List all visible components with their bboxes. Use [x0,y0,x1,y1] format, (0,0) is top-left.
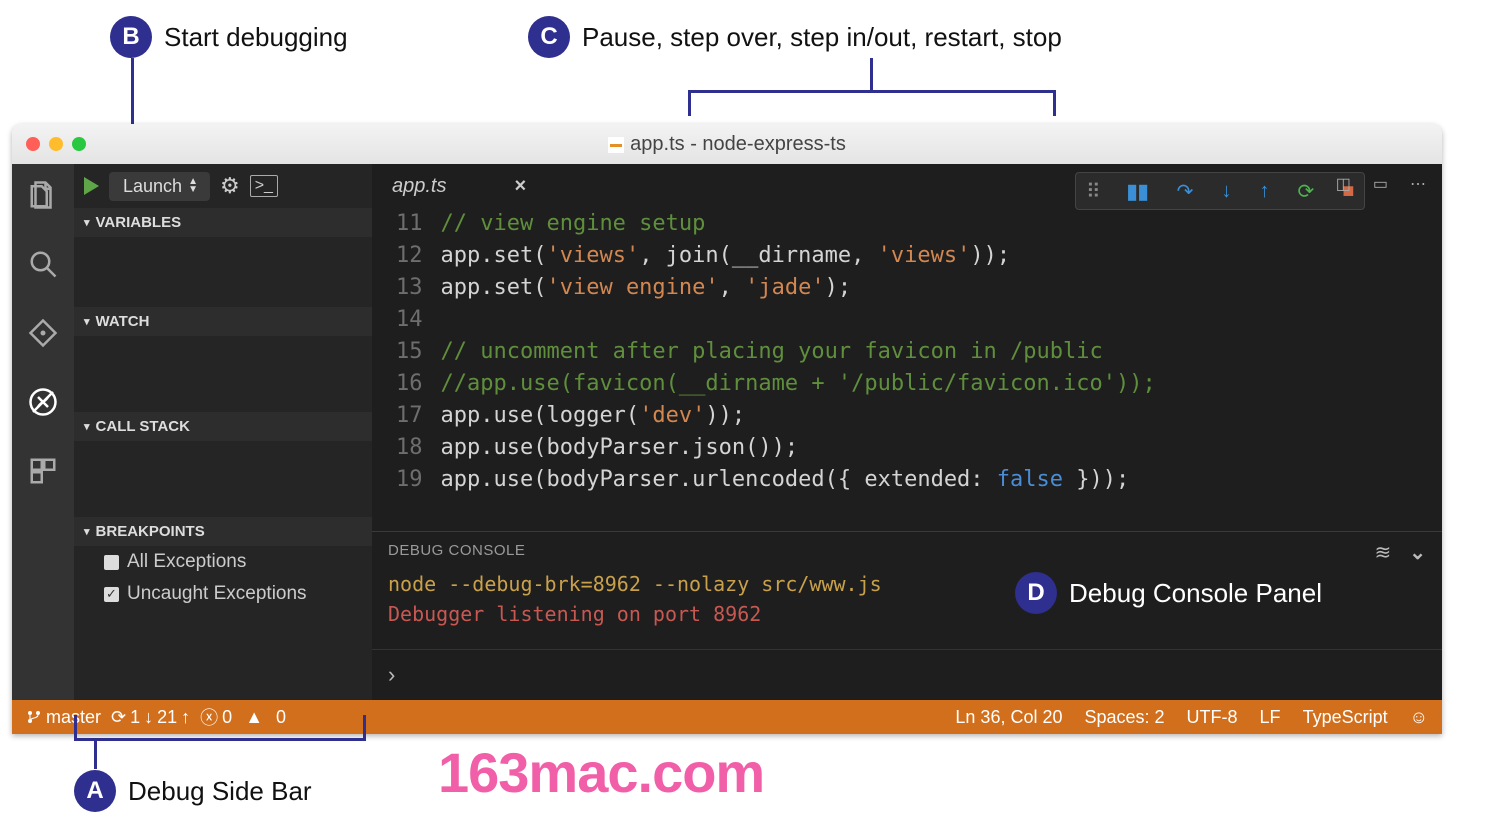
annot-C-text: Pause, step over, step in/out, restart, … [582,22,1062,53]
scm-icon[interactable] [28,318,58,353]
annot-D-text: Debug Console Panel [1069,578,1322,609]
search-icon[interactable] [28,249,58,284]
indentation[interactable]: Spaces: 2 [1084,707,1164,728]
language-mode[interactable]: TypeScript [1303,707,1388,728]
start-debugging-button[interactable] [84,177,99,195]
callstack-label: CALL STACK [96,418,190,435]
close-dot[interactable] [26,137,40,151]
more-icon[interactable]: ⋯ [1410,174,1426,194]
zoom-dot[interactable] [72,137,86,151]
select-arrows-icon: ▲▼ [188,178,198,194]
annot-A: A Debug Side Bar [74,770,312,812]
step-out-button[interactable]: ↑ [1259,180,1269,203]
gear-icon[interactable]: ⚙ [220,173,240,199]
debug-console-title: DEBUG CONSOLE [388,542,1426,559]
checkbox[interactable] [104,555,119,570]
breakpoint-item[interactable]: ✓ Uncaught Exceptions [74,578,372,610]
restart-button[interactable]: ⟳ [1297,179,1314,204]
callstack-section[interactable]: ▾CALL STACK [74,412,372,441]
annot-A-text: Debug Side Bar [128,776,312,807]
encoding[interactable]: UTF-8 [1187,707,1238,728]
code-editor[interactable]: 111213141516171819 // view engine setupa… [372,208,1442,496]
watch-section[interactable]: ▾WATCH [74,307,372,336]
badge-B: B [110,16,152,58]
collapse-icon[interactable]: ⌄ [1409,540,1426,565]
step-into-button[interactable]: ↓ [1221,180,1231,203]
breakpoint-item[interactable]: All Exceptions [74,546,372,578]
annot-D: D Debug Console Panel [1015,572,1322,614]
watermark: 163mac.com [438,740,764,805]
extensions-icon[interactable] [28,456,58,491]
tab-row: app.ts × ⠿ ▮▮ ↷ ↓ ↑ ⟳ ■ ◫ [372,164,1442,208]
bracket-A [74,715,366,741]
checkbox[interactable]: ✓ [104,587,119,602]
badge-A: A [74,770,116,812]
debug-header: Launch ▲▼ ⚙ >_ [74,164,372,208]
debug-console-input[interactable]: › [372,649,1442,700]
debug-sidebar: Launch ▲▼ ⚙ >_ ▾VARIABLES ▾WATCH ▾CALL S… [74,164,372,700]
code-lines: // view engine setupapp.set('views', joi… [441,208,1156,496]
annot-B: B Start debugging [110,16,348,58]
editor-column: app.ts × ⠿ ▮▮ ↷ ↓ ↑ ⟳ ■ ◫ [372,164,1442,700]
annot-B-text: Start debugging [164,22,348,53]
breakpoints-body: All Exceptions ✓ Uncaught Exceptions [74,546,372,610]
eol[interactable]: LF [1260,707,1281,728]
window-title: app.ts - node-express-ts [12,133,1442,156]
tab-close-icon[interactable]: × [514,175,526,198]
tab-label: app.ts [392,175,446,198]
titlebar: app.ts - node-express-ts [12,124,1442,164]
variables-section[interactable]: ▾VARIABLES [74,208,372,237]
watch-body [74,336,372,412]
clear-console-icon[interactable]: ≋ [1374,540,1391,565]
branch-icon [26,709,42,725]
pointer-A [94,741,97,769]
explorer-icon[interactable] [28,180,58,215]
activity-bar [12,164,74,700]
debug-config-label: Launch [123,176,182,197]
cursor-position[interactable]: Ln 36, Col 20 [955,707,1062,728]
debug-console-panel: DEBUG CONSOLE ≋ ⌄ node --debug-brk=8962 … [372,531,1442,649]
breakpoints-label: BREAKPOINTS [96,523,205,540]
badge-C: C [528,16,570,58]
layout-icon[interactable]: ▭ [1373,174,1388,194]
gutter: 111213141516171819 [372,208,441,496]
step-over-button[interactable]: ↷ [1177,179,1194,204]
tab-app-ts[interactable]: app.ts × [382,175,536,198]
callstack-body [74,441,372,517]
window-title-text: app.ts - node-express-ts [630,133,846,156]
badge-D: D [1015,572,1057,614]
variables-body [74,237,372,307]
watch-label: WATCH [96,313,150,330]
split-editor-icon[interactable]: ◫ [1336,174,1351,194]
variables-label: VARIABLES [96,214,182,231]
pointer-C [870,58,873,90]
feedback-icon[interactable]: ☺ [1410,707,1428,728]
bracket-C [688,90,1056,116]
editor-actions: ◫ ▭ ⋯ [1336,174,1426,194]
window: app.ts - node-express-ts Launch ▲▼ ⚙ >_ … [12,124,1442,734]
debug-icon[interactable] [28,387,58,422]
drag-handle-icon[interactable]: ⠿ [1086,179,1099,204]
annot-C: C Pause, step over, step in/out, restart… [528,16,1062,58]
breakpoint-label: Uncaught Exceptions [127,583,307,605]
debug-toolbar: ⠿ ▮▮ ↷ ↓ ↑ ⟳ ■ [1075,172,1365,210]
breakpoints-section[interactable]: ▾BREAKPOINTS [74,517,372,546]
pause-button[interactable]: ▮▮ [1127,179,1149,204]
debug-console-toggle-icon[interactable]: >_ [250,175,278,197]
breakpoint-label: All Exceptions [127,551,246,573]
debug-config-select[interactable]: Launch ▲▼ [109,172,210,201]
file-type-icon [608,136,624,152]
minimize-dot[interactable] [49,137,63,151]
